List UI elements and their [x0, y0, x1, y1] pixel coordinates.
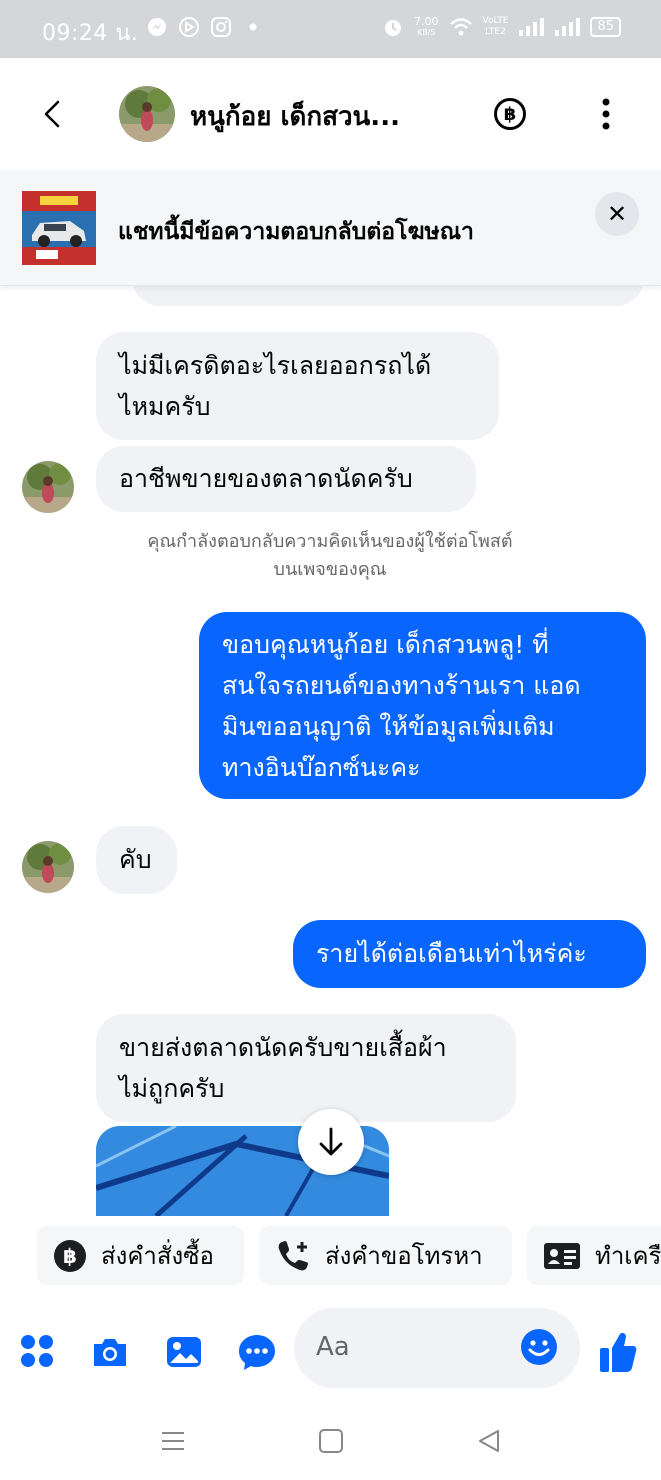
contact-name[interactable]: หนูก้อย เด็กสวน... — [190, 96, 450, 137]
gallery-icon[interactable] — [164, 1332, 204, 1372]
more-vertical-icon[interactable] — [592, 96, 620, 132]
message-bubble-incoming[interactable]: คับ — [96, 826, 177, 894]
system-nav-bar — [0, 1404, 661, 1480]
message-input-placeholder: Aa — [316, 1332, 350, 1362]
camera-icon[interactable] — [90, 1332, 130, 1372]
sender-avatar[interactable] — [22, 841, 74, 893]
back-triangle-icon[interactable] — [474, 1426, 504, 1456]
message-bubble-incoming[interactable]: ขายส่งตลาดนัดครับขายเสื้อผ้า ไม่ถูกครับ — [96, 1014, 516, 1122]
wifi-icon — [449, 18, 472, 36]
status-time: 09:24 น. — [42, 21, 139, 46]
phone-plus-icon — [278, 1240, 308, 1270]
ad-reply-banner[interactable]: แชทนี้มีข้อความตอบกลับต่อโฆษณา ✕ — [0, 170, 661, 286]
emoji-icon[interactable] — [520, 1328, 558, 1366]
close-icon[interactable]: ✕ — [595, 192, 639, 236]
dot-icon — [249, 23, 257, 31]
message-bubble-outgoing[interactable]: ขอบคุณหนูก้อย เด็กสวนพลู! ที่ สนใจรถยนต์… — [199, 612, 646, 799]
message-bubble-incoming[interactable]: ไม่มีเครดิตอะไรเลยออกรถได้ ไหมครับ — [96, 332, 499, 440]
quick-replies: ฿ ส่งคำสั่งซื้อ ส่งคำขอโทรหา ทำเครื — [0, 1216, 661, 1300]
apps-grid-icon[interactable] — [18, 1332, 58, 1372]
thumbs-up-icon[interactable] — [598, 1330, 638, 1374]
contact-card-icon — [544, 1242, 580, 1269]
chat-header: หนูก้อย เด็กสวน... ฿ — [0, 58, 661, 170]
sender-avatar[interactable] — [22, 461, 74, 513]
alarm-icon — [385, 20, 402, 36]
home-square-icon[interactable] — [316, 1426, 346, 1456]
message-bubble-outgoing[interactable]: รายได้ต่อเดือนเท่าไหร่ค่ะ — [293, 920, 646, 988]
svg-text:฿: ฿ — [63, 1244, 77, 1268]
baht-circle-icon: ฿ — [54, 1239, 86, 1272]
messenger-icon — [148, 18, 166, 36]
signal-icon — [555, 18, 581, 36]
battery-icon: 85 — [590, 17, 621, 37]
network-tech: VoLTE LTE2 — [482, 16, 509, 37]
instagram-icon — [211, 17, 231, 37]
contact-avatar[interactable] — [119, 86, 175, 142]
menu-lines-icon[interactable] — [158, 1426, 188, 1456]
back-arrow-icon[interactable] — [34, 94, 74, 134]
quick-reply-request-call[interactable]: ส่งคำขอโทรหา — [259, 1226, 512, 1285]
signal-icon — [519, 18, 545, 36]
ad-thumbnail[interactable] — [22, 191, 96, 265]
baht-circle-icon[interactable]: ฿ — [494, 98, 526, 130]
net-speed: 7.00 KB/S — [414, 15, 439, 37]
message-bubble-incoming[interactable]: อาชีพขายของตลาดนัดครับ — [96, 446, 476, 512]
scroll-to-bottom-button[interactable] — [298, 1109, 364, 1175]
unknown-app-icon — [179, 17, 199, 37]
message-list[interactable]: ไม่มีเครดิตอะไรเลยออกรถได้ ไหมครับ อาชีพ… — [0, 286, 661, 1216]
message-input[interactable]: Aa — [294, 1308, 580, 1388]
message-composer: Aa — [0, 1300, 661, 1404]
ad-banner-text: แชทนี้มีข้อความตอบกลับต่อโฆษณา — [118, 219, 474, 245]
status-bar: 09:24 น. 7.00 KB/S VoLTE LTE2 85 — [0, 0, 661, 58]
quick-reply-contact[interactable]: ทำเครื — [527, 1226, 661, 1285]
chat-bubble-icon[interactable] — [237, 1332, 277, 1372]
system-note: คุณกำลังตอบกลับความคิดเห็นของผู้ใช้ต่อโพ… — [147, 531, 513, 580]
arrow-down-icon — [319, 1127, 343, 1156]
quick-reply-send-order[interactable]: ฿ ส่งคำสั่งซื้อ — [37, 1226, 244, 1285]
message-bubble-partial — [132, 286, 644, 306]
